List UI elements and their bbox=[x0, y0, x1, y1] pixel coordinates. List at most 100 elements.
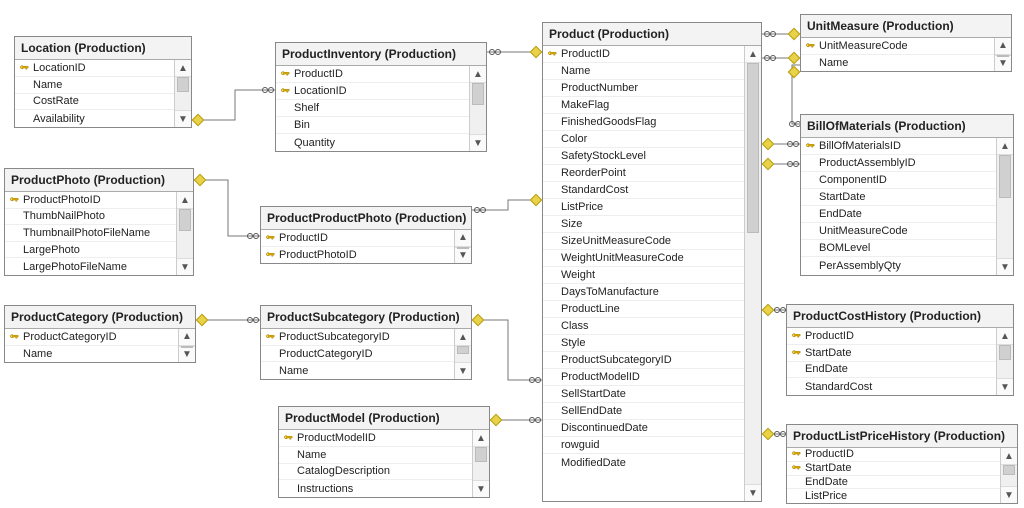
table-product[interactable]: Product (Production)ProductIDNameProduct… bbox=[542, 22, 762, 502]
scrollbar[interactable]: ▲▼ bbox=[454, 230, 471, 263]
table-productproductphoto[interactable]: ProductProductPhoto (Production)ProductI… bbox=[260, 206, 472, 264]
scrollbar[interactable]: ▲▼ bbox=[472, 430, 489, 497]
table-header[interactable]: ProductPhoto (Production) bbox=[5, 169, 193, 192]
scroll-thumb[interactable] bbox=[997, 55, 1009, 57]
column-row[interactable]: ProductID bbox=[787, 328, 996, 345]
table-header[interactable]: ProductProductPhoto (Production) bbox=[261, 207, 471, 230]
scroll-up-button[interactable]: ▲ bbox=[473, 430, 489, 447]
scroll-track[interactable] bbox=[473, 447, 489, 480]
scrollbar[interactable]: ▲▼ bbox=[454, 329, 471, 379]
column-row[interactable]: EndDate bbox=[787, 476, 1000, 490]
column-row[interactable]: SizeUnitMeasureCode bbox=[543, 233, 744, 250]
column-row[interactable]: ProductCategoryID bbox=[261, 346, 454, 363]
scroll-down-button[interactable]: ▼ bbox=[997, 258, 1013, 275]
column-row[interactable]: StartDate bbox=[801, 189, 996, 206]
scroll-thumb[interactable] bbox=[1003, 465, 1015, 475]
scroll-thumb[interactable] bbox=[177, 77, 189, 92]
scroll-down-button[interactable]: ▼ bbox=[997, 378, 1013, 395]
scrollbar[interactable]: ▲▼ bbox=[744, 46, 761, 501]
table-productcosthistory[interactable]: ProductCostHistory (Production)ProductID… bbox=[786, 304, 1014, 396]
scroll-track[interactable] bbox=[745, 63, 761, 484]
column-row[interactable]: SellStartDate bbox=[543, 386, 744, 403]
diagram-canvas[interactable]: Location (Production)LocationIDNameCostR… bbox=[0, 0, 1024, 508]
scroll-thumb[interactable] bbox=[179, 209, 191, 231]
scroll-track[interactable] bbox=[455, 346, 471, 362]
column-row[interactable]: ProductCategoryID bbox=[5, 329, 178, 346]
column-row[interactable]: WeightUnitMeasureCode bbox=[543, 250, 744, 267]
scroll-up-button[interactable]: ▲ bbox=[745, 46, 761, 63]
scroll-down-button[interactable]: ▼ bbox=[473, 480, 489, 497]
scroll-up-button[interactable]: ▲ bbox=[995, 38, 1011, 55]
scroll-thumb[interactable] bbox=[999, 155, 1011, 198]
scroll-track[interactable] bbox=[175, 77, 191, 110]
scroll-thumb[interactable] bbox=[472, 83, 484, 105]
scroll-thumb[interactable] bbox=[747, 63, 759, 233]
table-header[interactable]: UnitMeasure (Production) bbox=[801, 15, 1011, 38]
scroll-down-button[interactable]: ▼ bbox=[1001, 486, 1017, 503]
scroll-track[interactable] bbox=[997, 345, 1013, 378]
column-row[interactable]: ProductSubcategoryID bbox=[261, 329, 454, 346]
table-location[interactable]: Location (Production)LocationIDNameCostR… bbox=[14, 36, 192, 128]
column-row[interactable]: ProductPhotoID bbox=[5, 192, 176, 209]
scroll-up-button[interactable]: ▲ bbox=[455, 230, 471, 247]
column-row[interactable]: Name bbox=[543, 63, 744, 80]
column-row[interactable]: Instructions bbox=[279, 480, 472, 497]
scroll-up-button[interactable]: ▲ bbox=[1001, 448, 1017, 465]
table-header[interactable]: Product (Production) bbox=[543, 23, 761, 46]
column-row[interactable]: ProductLine bbox=[543, 301, 744, 318]
table-productphoto[interactable]: ProductPhoto (Production)ProductPhotoIDT… bbox=[4, 168, 194, 276]
table-productlistpricehistory[interactable]: ProductListPriceHistory (Production)Prod… bbox=[786, 424, 1018, 504]
scroll-up-button[interactable]: ▲ bbox=[175, 60, 191, 77]
column-row[interactable]: Quantity bbox=[276, 134, 469, 151]
column-row[interactable]: DaysToManufacture bbox=[543, 284, 744, 301]
column-row[interactable]: Shelf bbox=[276, 100, 469, 117]
column-row[interactable]: ComponentID bbox=[801, 172, 996, 189]
scroll-track[interactable] bbox=[1001, 465, 1017, 486]
column-row[interactable]: CostRate bbox=[15, 94, 174, 111]
scroll-track[interactable] bbox=[177, 209, 193, 258]
column-row[interactable]: Name bbox=[279, 447, 472, 464]
table-billofmaterials[interactable]: BillOfMaterials (Production)BillOfMateri… bbox=[800, 114, 1014, 276]
column-row[interactable]: Bin bbox=[276, 117, 469, 134]
table-unitmeasure[interactable]: UnitMeasure (Production)UnitMeasureCodeN… bbox=[800, 14, 1012, 72]
table-header[interactable]: ProductInventory (Production) bbox=[276, 43, 486, 66]
scroll-track[interactable] bbox=[470, 83, 486, 134]
column-row[interactable]: ModifiedDate bbox=[543, 454, 744, 471]
table-productcategory[interactable]: ProductCategory (Production)ProductCateg… bbox=[4, 305, 196, 363]
column-row[interactable]: StandardCost bbox=[787, 378, 996, 395]
column-row[interactable]: Style bbox=[543, 335, 744, 352]
scrollbar[interactable]: ▲▼ bbox=[994, 38, 1011, 71]
column-row[interactable]: ProductModelID bbox=[543, 369, 744, 386]
column-row[interactable]: ProductNumber bbox=[543, 80, 744, 97]
scrollbar[interactable]: ▲▼ bbox=[996, 328, 1013, 395]
scroll-down-button[interactable]: ▼ bbox=[995, 55, 1011, 72]
scroll-down-button[interactable]: ▼ bbox=[455, 247, 471, 264]
column-row[interactable]: ProductID bbox=[787, 448, 1000, 462]
scroll-up-button[interactable]: ▲ bbox=[177, 192, 193, 209]
column-row[interactable]: ThumbNailPhoto bbox=[5, 209, 176, 226]
column-row[interactable]: BillOfMaterialsID bbox=[801, 138, 996, 155]
column-row[interactable]: StartDate bbox=[787, 462, 1000, 476]
scroll-thumb[interactable] bbox=[181, 346, 193, 348]
column-row[interactable]: UnitMeasureCode bbox=[801, 223, 996, 240]
table-header[interactable]: BillOfMaterials (Production) bbox=[801, 115, 1013, 138]
column-row[interactable]: SafetyStockLevel bbox=[543, 148, 744, 165]
column-row[interactable]: StandardCost bbox=[543, 182, 744, 199]
column-row[interactable]: ThumbnailPhotoFileName bbox=[5, 225, 176, 242]
column-row[interactable]: rowguid bbox=[543, 437, 744, 454]
column-row[interactable]: UnitMeasureCode bbox=[801, 38, 994, 55]
column-row[interactable]: LocationID bbox=[276, 83, 469, 100]
scroll-down-button[interactable]: ▼ bbox=[179, 346, 195, 363]
column-row[interactable]: ListPrice bbox=[787, 489, 1000, 503]
column-row[interactable]: LargePhoto bbox=[5, 242, 176, 259]
table-header[interactable]: ProductListPriceHistory (Production) bbox=[787, 425, 1017, 448]
column-row[interactable]: EndDate bbox=[801, 206, 996, 223]
column-row[interactable]: DiscontinuedDate bbox=[543, 420, 744, 437]
column-row[interactable]: LargePhotoFileName bbox=[5, 258, 176, 275]
column-row[interactable]: Color bbox=[543, 131, 744, 148]
column-row[interactable]: ProductPhotoID bbox=[261, 247, 454, 263]
table-header[interactable]: ProductSubcategory (Production) bbox=[261, 306, 471, 329]
table-productsubcategory[interactable]: ProductSubcategory (Production)ProductSu… bbox=[260, 305, 472, 380]
column-row[interactable]: ProductID bbox=[543, 46, 744, 63]
scrollbar[interactable]: ▲▼ bbox=[176, 192, 193, 275]
